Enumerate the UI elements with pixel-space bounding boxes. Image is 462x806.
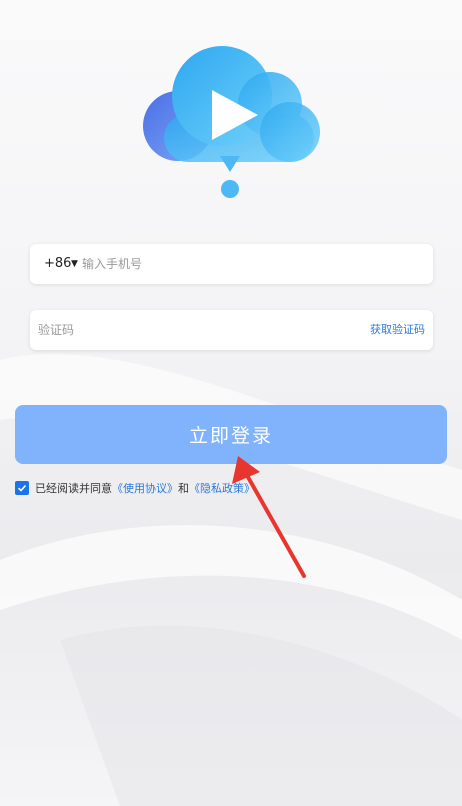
agreement-checkbox[interactable] [15,481,29,495]
agreement-conjunction: 和 [178,482,189,495]
terms-link[interactable]: 《使用协议》 [112,480,178,496]
country-code-selector[interactable]: +86 [44,244,71,284]
check-icon [17,484,27,492]
agreement-row: 已经阅读并同意 《使用协议》 和 《隐私政策》 [15,479,255,497]
phone-input[interactable] [82,244,412,284]
caret-down-icon[interactable]: ▼ [71,244,78,284]
agreement-prefix: 已经阅读并同意 [35,482,112,495]
verification-code-input[interactable] [38,310,338,350]
get-code-button[interactable]: 获取验证码 [370,310,425,350]
arrow-pointer-icon [232,456,306,578]
privacy-link[interactable]: 《隐私政策》 [189,480,255,496]
phone-field-container: +86 ▼ [30,244,433,284]
app-logo [143,46,320,198]
login-button[interactable]: 立即登录 [15,405,447,464]
code-field-container: 获取验证码 [30,310,433,350]
